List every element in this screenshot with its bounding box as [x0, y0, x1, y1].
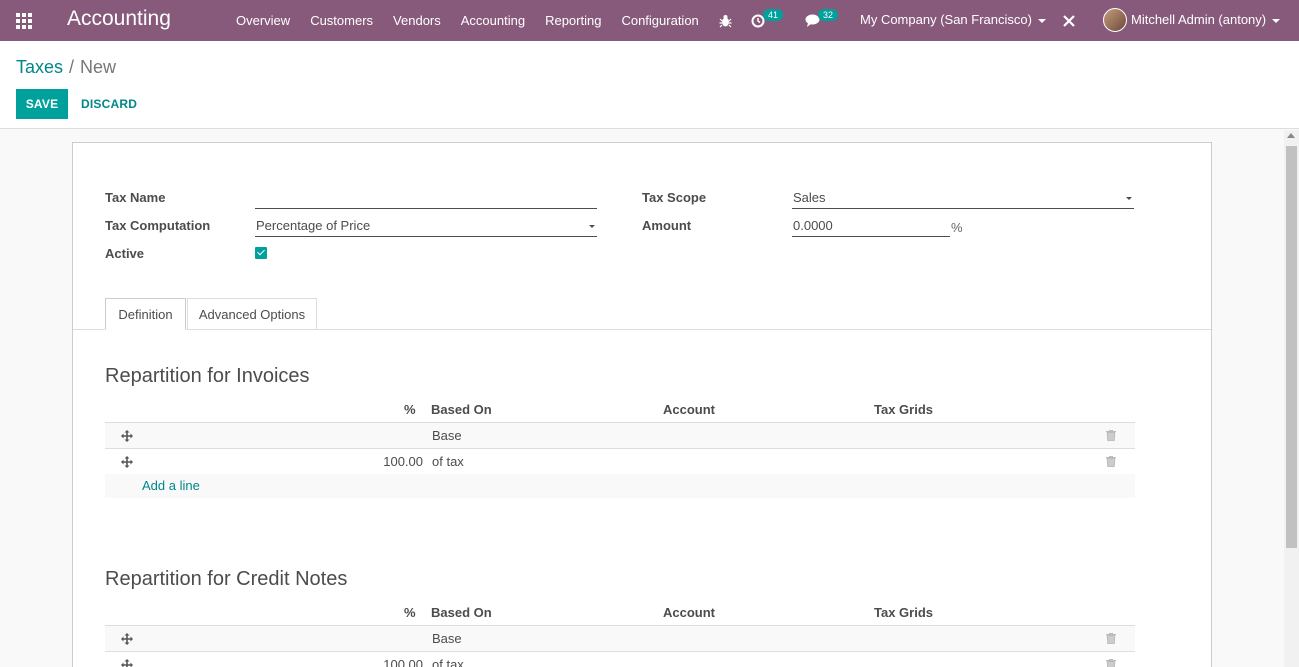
tab-advanced-options[interactable]: Advanced Options [187, 298, 317, 330]
invoices-col-percent[interactable]: % [404, 402, 416, 417]
table-row[interactable]: 100.00 of tax [105, 448, 1135, 474]
chevron-down-icon [1126, 197, 1132, 200]
invoices-add-line-row: Add a line [105, 474, 1135, 498]
tax-computation-value: Percentage of Price [256, 218, 371, 233]
menu-reporting[interactable]: Reporting [545, 13, 601, 28]
invoices-col-based-on[interactable]: Based On [431, 402, 492, 417]
tax-name-label: Tax Name [105, 190, 166, 205]
main-menu: Overview Customers Vendors Accounting Re… [236, 0, 719, 41]
menu-customers[interactable]: Customers [310, 13, 373, 28]
row-based-on: of tax [432, 454, 464, 469]
breadcrumb-taxes-link[interactable]: Taxes [16, 57, 63, 77]
tax-computation-select[interactable]: Percentage of Price [255, 217, 597, 237]
menu-overview[interactable]: Overview [236, 13, 290, 28]
messages-button[interactable]: 32 [805, 0, 839, 41]
breadcrumb-current: New [80, 57, 117, 77]
row-based-on: Base [432, 428, 462, 443]
credit-notes-section-title: Repartition for Credit Notes [105, 568, 348, 590]
invoices-col-tax-grids[interactable]: Tax Grids [874, 402, 933, 417]
drag-handle-icon[interactable] [121, 633, 133, 645]
chevron-down-icon [1037, 18, 1046, 23]
trash-icon[interactable] [1106, 430, 1116, 441]
invoices-add-line-link[interactable]: Add a line [142, 478, 200, 493]
company-name: My Company (San Francisco) [860, 12, 1032, 27]
chevron-down-icon [1272, 18, 1281, 23]
tools-close-icon[interactable] [1062, 0, 1076, 41]
row-percent: 100.00 [383, 657, 423, 667]
breadcrumb: Taxes / New [16, 57, 116, 78]
invoices-col-account[interactable]: Account [663, 402, 715, 417]
discard-button[interactable]: DISCARD [81, 97, 137, 111]
amount-percent-unit: % [951, 220, 963, 235]
scrollbar-thumb[interactable] [1286, 146, 1297, 548]
row-based-on: of tax [432, 657, 464, 667]
user-name: Mitchell Admin (antony) [1131, 12, 1267, 27]
table-row[interactable]: Base [105, 422, 1135, 448]
tax-scope-label: Tax Scope [642, 190, 707, 205]
message-count-badge: 32 [818, 8, 839, 21]
drag-handle-icon[interactable] [121, 456, 133, 468]
scroll-up-arrow-icon[interactable] [1287, 133, 1295, 138]
top-navbar: Accounting Overview Customers Vendors Ac… [0, 0, 1299, 41]
trash-icon[interactable] [1106, 456, 1116, 467]
control-panel: Taxes / New SAVE DISCARD [0, 41, 1299, 129]
trash-icon[interactable] [1106, 633, 1116, 644]
credit-col-tax-grids[interactable]: Tax Grids [874, 605, 933, 620]
activity-count-badge: 41 [763, 8, 784, 21]
active-checkbox[interactable] [255, 247, 267, 259]
form-sheet: Tax Name Tax Computation Percentage of P… [72, 142, 1212, 667]
row-percent: 100.00 [383, 454, 423, 469]
active-label: Active [105, 246, 145, 261]
debug-bug-icon[interactable] [719, 0, 732, 41]
credit-col-account[interactable]: Account [663, 605, 715, 620]
trash-icon[interactable] [1106, 659, 1116, 667]
tax-name-input[interactable] [255, 189, 597, 209]
app-brand[interactable]: Accounting [67, 7, 171, 31]
apps-grid-icon[interactable] [16, 13, 33, 29]
avatar[interactable] [1103, 8, 1127, 32]
company-switcher[interactable]: My Company (San Francisco) [860, 12, 1046, 27]
table-row[interactable]: Base [105, 625, 1135, 651]
save-button[interactable]: SAVE [16, 89, 68, 119]
amount-label: Amount [642, 218, 692, 233]
activity-clock-button[interactable]: 41 [751, 0, 784, 41]
menu-accounting[interactable]: Accounting [461, 13, 525, 28]
tax-scope-select[interactable]: Sales [792, 189, 1134, 209]
tax-scope-value: Sales [793, 190, 826, 205]
amount-input[interactable]: 0.0000 [792, 217, 950, 237]
row-based-on: Base [432, 631, 462, 646]
table-row[interactable]: 100.00 of tax [105, 651, 1135, 667]
user-menu[interactable]: Mitchell Admin (antony) [1131, 12, 1281, 27]
menu-configuration[interactable]: Configuration [621, 13, 698, 28]
credit-col-based-on[interactable]: Based On [431, 605, 492, 620]
invoices-section-title: Repartition for Invoices [105, 365, 310, 387]
tab-definition[interactable]: Definition [105, 298, 186, 330]
chevron-down-icon [589, 225, 595, 228]
menu-vendors[interactable]: Vendors [393, 13, 441, 28]
credit-col-percent[interactable]: % [404, 605, 416, 620]
breadcrumb-separator: / [69, 57, 75, 77]
drag-handle-icon[interactable] [121, 430, 133, 442]
tax-computation-label: Tax Computation [105, 218, 211, 233]
drag-handle-icon[interactable] [121, 659, 133, 667]
